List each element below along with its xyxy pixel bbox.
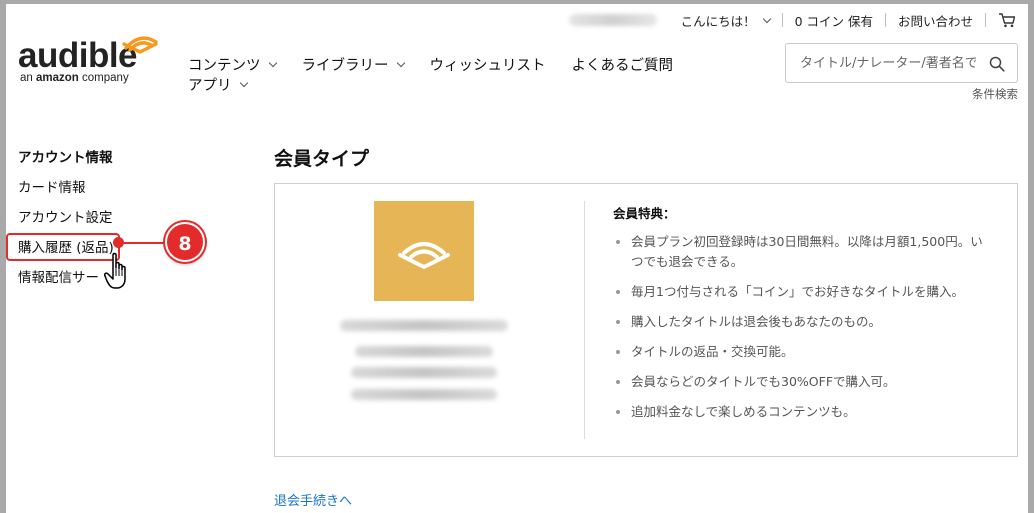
nav-wishlist-label: ウィッシュリスト bbox=[429, 57, 546, 74]
callout-dot bbox=[113, 237, 124, 248]
blurred-plan-name bbox=[340, 320, 508, 331]
divider bbox=[985, 13, 986, 27]
blurred-username bbox=[568, 14, 657, 26]
chevron-down-icon bbox=[396, 58, 405, 67]
benefit-item: タイトルの返品・交換可能。 bbox=[613, 342, 993, 362]
benefit-item: 毎月1つ付与される「コイン」でお好きなタイトルを購入。 bbox=[613, 282, 993, 302]
search-box bbox=[785, 43, 1018, 83]
account-sidebar: アカウント情報 カード情報 アカウント設定 購入履歴 (返品) 情報配信サー bbox=[18, 150, 114, 300]
tagline-brand: amazon bbox=[36, 72, 79, 84]
nav-contents[interactable]: コンテンツ bbox=[188, 54, 277, 75]
nav-wishlist[interactable]: ウィッシュリスト bbox=[430, 54, 546, 75]
membership-card: 会員特典： 会員プラン初回登録時は30日間無料。以降は月額1,500円。いつでも… bbox=[274, 183, 1018, 457]
step-number-badge: 8 bbox=[165, 222, 205, 262]
greeting-menu[interactable]: こんにちは！ bbox=[669, 11, 782, 30]
search-input[interactable] bbox=[786, 55, 976, 71]
benefits-heading: 会員特典： bbox=[613, 206, 676, 221]
benefit-item: 購入したタイトルは退会後もあなたのもの。 bbox=[613, 312, 993, 332]
benefits-section: 会員特典： 会員プラン初回登録時は30日間無料。以降は月額1,500円。いつでも… bbox=[613, 203, 993, 432]
nav-apps-label: アプリ bbox=[188, 77, 232, 94]
nav-contents-label: コンテンツ bbox=[188, 57, 261, 74]
main-nav: コンテンツ ライブラリー ウィッシュリスト よくあるご質問 アプリ bbox=[188, 54, 699, 94]
nav-library[interactable]: ライブラリー bbox=[301, 54, 405, 75]
sidebar-item-account-settings[interactable]: アカウント設定 bbox=[18, 210, 114, 240]
hand-pointer-icon bbox=[104, 252, 126, 289]
chevron-down-icon bbox=[268, 58, 277, 67]
nav-library-label: ライブラリー bbox=[301, 57, 389, 74]
blurred-plan-detail bbox=[355, 346, 493, 357]
sidebar-heading: アカウント情報 bbox=[18, 150, 113, 166]
help-link[interactable]: お問い合わせ bbox=[886, 11, 985, 30]
callout-line bbox=[120, 242, 170, 244]
greeting-label: こんにちは！ bbox=[680, 13, 756, 29]
cancel-membership-link[interactable]: 退会手続きへ bbox=[274, 490, 352, 509]
benefits-list: 会員プラン初回登録時は30日間無料。以降は月額1,500円。いつでも退会できる。… bbox=[613, 232, 993, 422]
nav-faq[interactable]: よくあるご質問 bbox=[572, 54, 674, 75]
audible-waves-icon bbox=[398, 242, 450, 269]
tagline-suffix: company bbox=[82, 72, 129, 84]
nav-faq-label: よくあるご質問 bbox=[571, 57, 674, 74]
utility-bar: こんにちは！ 0 コイン 保有 お問い合わせ bbox=[568, 10, 1016, 30]
sidebar-item-newsletter[interactable]: 情報配信サー bbox=[18, 270, 114, 300]
coin-balance[interactable]: 0 コイン 保有 bbox=[783, 11, 885, 30]
blurred-plan-detail bbox=[351, 389, 497, 400]
plan-image bbox=[374, 201, 474, 301]
chevron-down-icon bbox=[239, 78, 248, 87]
nav-apps[interactable]: アプリ bbox=[188, 74, 248, 95]
search-icon[interactable] bbox=[989, 56, 1005, 72]
chevron-down-icon bbox=[762, 14, 771, 23]
audible-logo[interactable]: audible an amazon company bbox=[18, 28, 168, 88]
benefit-item: 会員プラン初回登録時は30日間無料。以降は月額1,500円。いつでも退会できる。 bbox=[613, 232, 993, 272]
advanced-search-link[interactable]: 条件検索 bbox=[972, 86, 1018, 102]
tagline-prefix: an bbox=[20, 72, 33, 84]
logo-tagline: an amazon company bbox=[20, 72, 129, 84]
blurred-plan-detail bbox=[351, 367, 497, 378]
benefit-item: 会員ならどのタイトルでも30%OFFで購入可。 bbox=[613, 372, 993, 392]
benefit-item: 追加料金なしで楽しめるコンテンツも。 bbox=[613, 402, 993, 422]
audible-waves-icon bbox=[122, 36, 158, 54]
browser-viewport: こんにちは！ 0 コイン 保有 お問い合わせ audible an amazon… bbox=[6, 4, 1028, 513]
cart-icon[interactable] bbox=[998, 12, 1016, 28]
sidebar-item-card[interactable]: カード情報 bbox=[18, 180, 114, 210]
page-title: 会員タイプ bbox=[274, 148, 370, 170]
card-divider bbox=[584, 201, 585, 439]
sidebar-item-purchase-history[interactable]: 購入履歴 (返品) bbox=[18, 240, 114, 270]
